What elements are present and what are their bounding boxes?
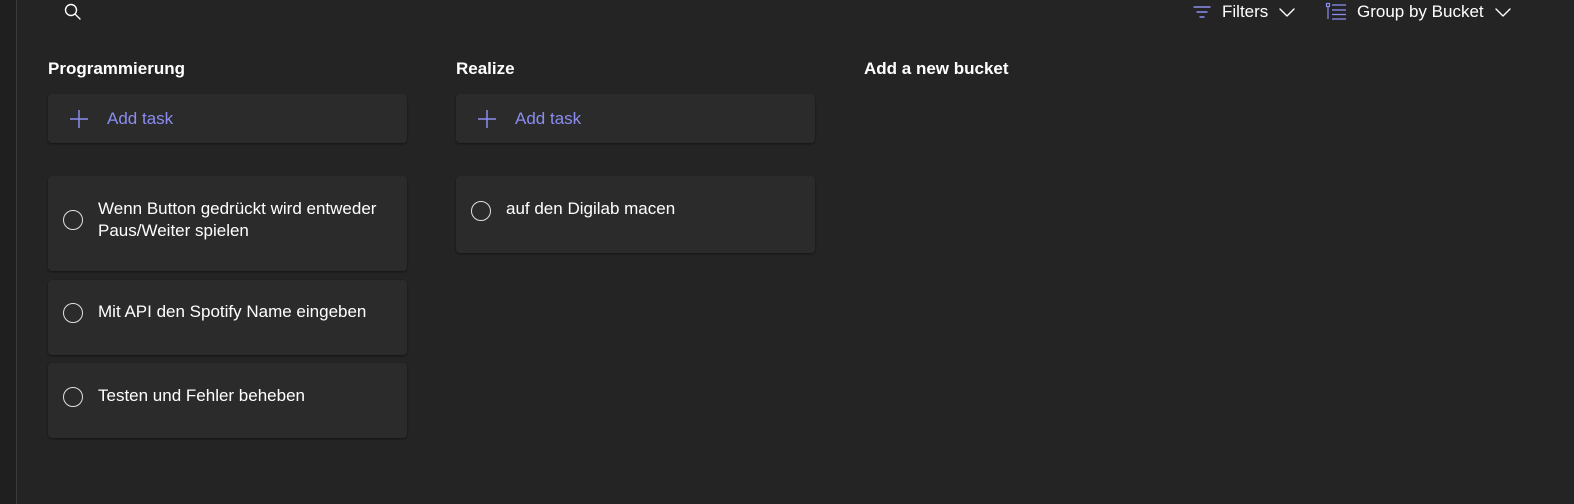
task-card[interactable]: Mit API den Spotify Name eingeben [48, 280, 407, 355]
group-by-button[interactable]: Group by Bucket [1325, 0, 1512, 24]
task-title: Testen und Fehler beheben [98, 386, 305, 405]
add-task-button[interactable]: Add task [456, 94, 815, 143]
add-new-bucket-button[interactable]: Add a new bucket [864, 59, 1009, 79]
add-task-label: Add task [107, 108, 174, 128]
search-button[interactable] [60, 0, 86, 24]
complete-task-checkbox[interactable] [63, 210, 83, 230]
group-by-label: Group by Bucket [1357, 2, 1484, 21]
task-title: Wenn Button gedrückt wird entweder Paus/… [98, 199, 377, 240]
plus-icon [476, 108, 498, 130]
filter-icon [1193, 6, 1211, 18]
task-title: auf den Digilab macen [506, 199, 676, 218]
add-task-label: Add task [515, 108, 582, 128]
task-title: Mit API den Spotify Name eingeben [98, 302, 367, 321]
add-task-button[interactable]: Add task [48, 94, 407, 143]
group-list-icon [1325, 2, 1346, 20]
planner-board: Filters Group by Bucket Programmierung A… [0, 0, 1574, 504]
filters-button[interactable]: Filters [1192, 0, 1296, 24]
complete-task-checkbox[interactable] [63, 303, 83, 323]
chevron-down-icon [1279, 8, 1295, 17]
search-icon [64, 3, 81, 20]
plus-icon [68, 108, 90, 130]
bucket-title[interactable]: Realize [456, 59, 515, 79]
bucket-title[interactable]: Programmierung [48, 59, 185, 79]
filters-label: Filters [1222, 2, 1269, 21]
task-card[interactable]: Wenn Button gedrückt wird entweder Paus/… [48, 176, 407, 271]
chevron-down-icon [1494, 8, 1511, 17]
complete-task-checkbox[interactable] [471, 201, 491, 221]
left-rail [0, 0, 17, 504]
task-card[interactable]: auf den Digilab macen [456, 176, 815, 253]
complete-task-checkbox[interactable] [63, 387, 83, 407]
task-card[interactable]: Testen und Fehler beheben [48, 363, 407, 438]
